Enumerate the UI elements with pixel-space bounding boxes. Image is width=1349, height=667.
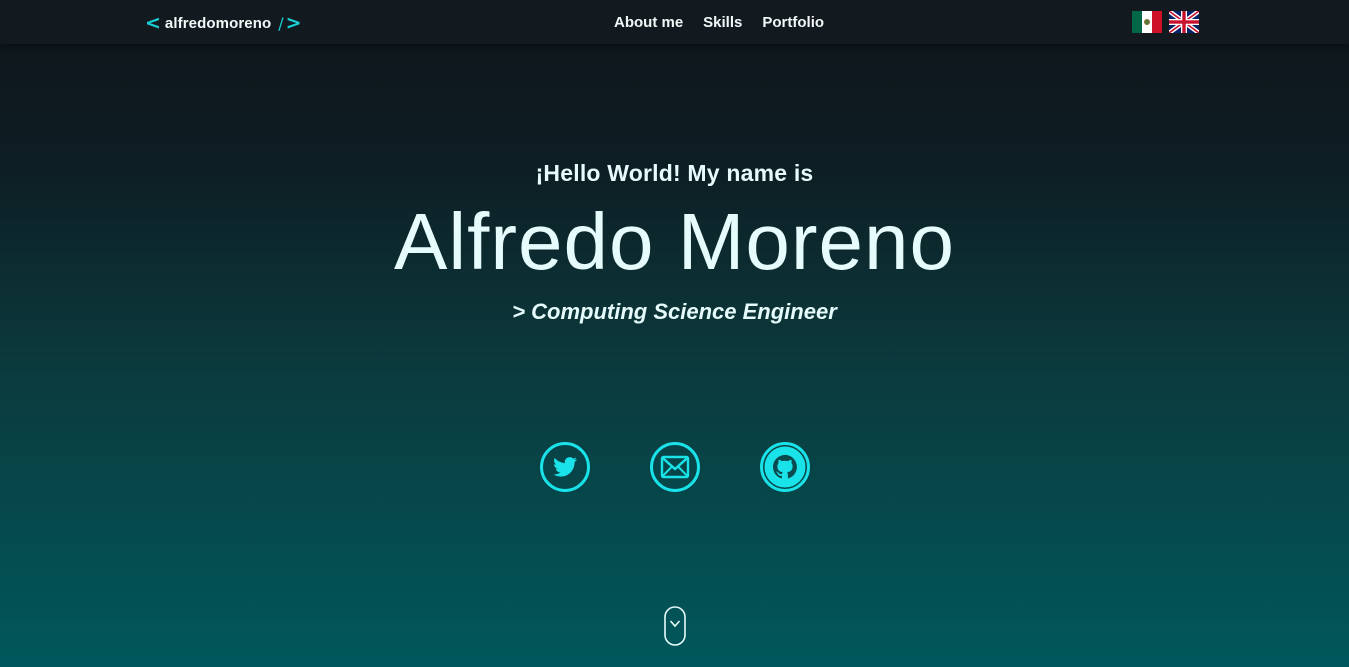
nav-about-me[interactable]: About me [614, 13, 683, 33]
brand-open-bracket: < [145, 12, 161, 34]
language-switcher [1132, 11, 1199, 33]
nav-skills[interactable]: Skills [703, 13, 742, 33]
navbar: < alfredomoreno / > About me Skills Port… [0, 0, 1349, 44]
mexico-flag-icon[interactable] [1132, 11, 1162, 33]
scroll-down-icon[interactable] [664, 606, 686, 646]
uk-flag-icon[interactable] [1169, 11, 1199, 33]
twitter-icon[interactable] [540, 442, 590, 492]
brand-name: alfredomoreno [164, 14, 272, 32]
brand-close-bracket: > [285, 12, 302, 34]
brand-logo[interactable]: < alfredomoreno / > [145, 12, 302, 34]
social-links [540, 442, 810, 492]
chevron-down-icon [669, 620, 681, 628]
hero-name: Alfredo Moreno [394, 197, 955, 286]
hero-greeting: ¡Hello World! My name is [535, 160, 814, 186]
hero-role: > Computing Science Engineer [512, 299, 837, 324]
mail-icon[interactable] [650, 442, 700, 492]
nav-links: About me Skills Portfolio [614, 13, 824, 33]
brand-slash: / [278, 13, 284, 33]
nav-portfolio[interactable]: Portfolio [762, 13, 824, 33]
github-icon[interactable] [760, 442, 810, 492]
